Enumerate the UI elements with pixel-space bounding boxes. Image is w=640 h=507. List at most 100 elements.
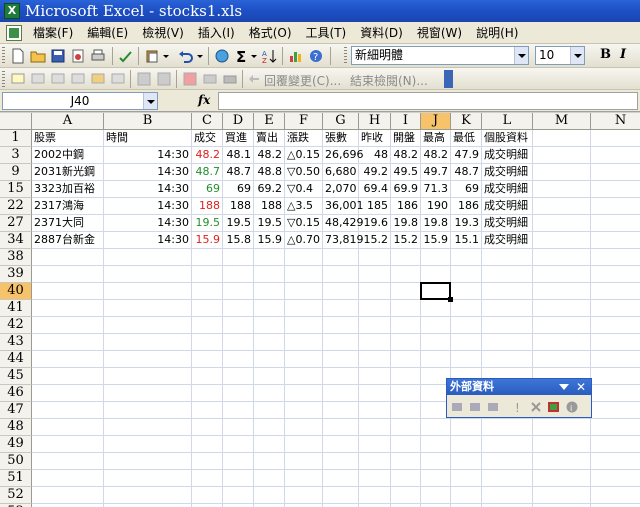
print-icon[interactable] (90, 48, 106, 64)
cell-c34[interactable]: 15.9 (192, 232, 222, 249)
cell-e27[interactable]: 19.5 (254, 215, 284, 232)
row-header-49[interactable]: 49 (0, 436, 32, 453)
cell-b27[interactable]: 14:30 (104, 215, 191, 232)
accept-change-icon[interactable] (156, 71, 172, 87)
paste-icon[interactable] (144, 48, 160, 64)
delete-comment-icon[interactable] (110, 71, 126, 87)
cell-i9[interactable]: 49.5 (391, 164, 420, 181)
cell-f27[interactable]: ▽0.15 (285, 215, 322, 232)
cell-f1[interactable]: 漲跌 (285, 130, 311, 147)
toolbar-grip[interactable] (2, 47, 5, 65)
column-header-h[interactable]: H (359, 113, 391, 130)
data-range-properties-icon[interactable] (469, 400, 483, 414)
cell-b22[interactable]: 14:30 (104, 198, 191, 215)
cell-k34[interactable]: 15.1 (451, 232, 481, 249)
cell-g3[interactable]: 26,696 (323, 147, 364, 164)
cell-i22[interactable]: 186 (391, 198, 420, 215)
cell-e9[interactable]: 48.8 (254, 164, 284, 181)
italic-button[interactable]: I (620, 47, 626, 62)
prev-comment-icon[interactable] (30, 71, 46, 87)
cell-f22[interactable]: △3.5 (285, 198, 315, 215)
cell-b34[interactable]: 14:30 (104, 232, 191, 249)
menu-edit[interactable]: 編輯(E) (80, 23, 135, 43)
cell-l15[interactable]: 成交明細 (482, 181, 530, 198)
cell-b15[interactable]: 14:30 (104, 181, 191, 198)
end-review-button[interactable]: 結束檢閱(N)... (350, 72, 428, 89)
chart-wizard-icon[interactable] (288, 48, 304, 64)
reply-changes-button[interactable]: 回覆變更(C)... (264, 72, 341, 89)
protect-sheet-icon[interactable] (182, 71, 198, 87)
cell-f34[interactable]: △0.70 (285, 232, 322, 249)
cell-l9[interactable]: 成交明細 (482, 164, 530, 181)
cell-d22[interactable]: 188 (223, 198, 253, 215)
cell-h9[interactable]: 49.2 (359, 164, 390, 181)
row-header-44[interactable]: 44 (0, 351, 32, 368)
cell-e15[interactable]: 69.2 (254, 181, 284, 198)
cell-i34[interactable]: 15.2 (391, 232, 420, 249)
cell-a22[interactable]: 2317鴻海 (32, 198, 86, 215)
cell-j22[interactable]: 190 (421, 198, 450, 215)
cell-g22[interactable]: 36,001 (323, 198, 364, 215)
row-header-38[interactable]: 38 (0, 249, 32, 266)
refresh-all-icon[interactable] (547, 400, 561, 414)
permission-icon[interactable] (70, 48, 86, 64)
font-size-dropdown-icon[interactable] (570, 47, 584, 64)
cell-l22[interactable]: 成交明細 (482, 198, 530, 215)
menu-data[interactable]: 資料(D) (353, 23, 410, 43)
menu-help[interactable]: 說明(H) (469, 23, 525, 43)
cell-f9[interactable]: ▽0.50 (285, 164, 322, 181)
cell-a27[interactable]: 2371大同 (32, 215, 86, 232)
cell-j1[interactable]: 最高 (421, 130, 447, 147)
toolbar-grip[interactable] (2, 71, 5, 89)
row-header-47[interactable]: 47 (0, 402, 32, 419)
row-header-48[interactable]: 48 (0, 419, 32, 436)
cell-h34[interactable]: 15.2 (359, 232, 390, 249)
row-header-39[interactable]: 39 (0, 266, 32, 283)
cell-k3[interactable]: 47.9 (451, 147, 481, 164)
formula-input[interactable] (218, 92, 638, 110)
cell-l1[interactable]: 個股資料 (482, 130, 530, 147)
cell-a3[interactable]: 2002中鋼 (32, 147, 86, 164)
cell-d27[interactable]: 19.5 (223, 215, 253, 232)
cell-c9[interactable]: 48.7 (192, 164, 222, 181)
toolbar-options-icon[interactable] (559, 384, 569, 390)
name-box[interactable]: J40 (2, 92, 158, 110)
print-review-icon[interactable] (222, 71, 238, 87)
cell-j34[interactable]: 15.9 (421, 232, 450, 249)
row-header-50[interactable]: 50 (0, 453, 32, 470)
font-name-dropdown-icon[interactable] (514, 47, 528, 64)
cell-k27[interactable]: 19.3 (451, 215, 481, 232)
edit-query-icon[interactable] (451, 400, 465, 414)
column-header-b[interactable]: B (104, 113, 192, 130)
cancel-refresh-icon[interactable] (529, 400, 543, 414)
menu-format[interactable]: 格式(O) (242, 23, 299, 43)
toolbar-options-icon[interactable] (444, 70, 453, 88)
bold-button[interactable]: B (600, 47, 611, 62)
row-header-46[interactable]: 46 (0, 385, 32, 402)
cell-h27[interactable]: 19.6 (359, 215, 390, 232)
column-header-a[interactable]: A (32, 113, 104, 130)
row-header-51[interactable]: 51 (0, 470, 32, 487)
row-header-42[interactable]: 42 (0, 317, 32, 334)
cell-e22[interactable]: 188 (254, 198, 284, 215)
cell-c22[interactable]: 188 (192, 198, 222, 215)
query-parameters-icon[interactable] (487, 400, 501, 414)
menu-file[interactable]: 檔案(F) (26, 23, 80, 43)
help-icon[interactable]: ? (308, 48, 324, 64)
row-header-34[interactable]: 34 (0, 232, 32, 249)
row-header-22[interactable]: 22 (0, 198, 32, 215)
cell-e34[interactable]: 15.9 (254, 232, 284, 249)
row-header-15[interactable]: 15 (0, 181, 32, 198)
cell-d34[interactable]: 15.8 (223, 232, 253, 249)
cell-i15[interactable]: 69.9 (391, 181, 420, 198)
cell-g1[interactable]: 張數 (323, 130, 349, 147)
row-header-40[interactable]: 40 (0, 283, 32, 300)
cell-h22[interactable]: 185 (359, 198, 390, 215)
cell-c1[interactable]: 成交 (192, 130, 218, 147)
row-header-41[interactable]: 41 (0, 300, 32, 317)
menu-insert[interactable]: 插入(I) (191, 23, 242, 43)
track-changes-icon[interactable] (136, 71, 152, 87)
cell-f3[interactable]: △0.15 (285, 147, 322, 164)
excel-app-icon[interactable]: X (4, 3, 20, 19)
cell-b1[interactable]: 時間 (104, 130, 130, 147)
